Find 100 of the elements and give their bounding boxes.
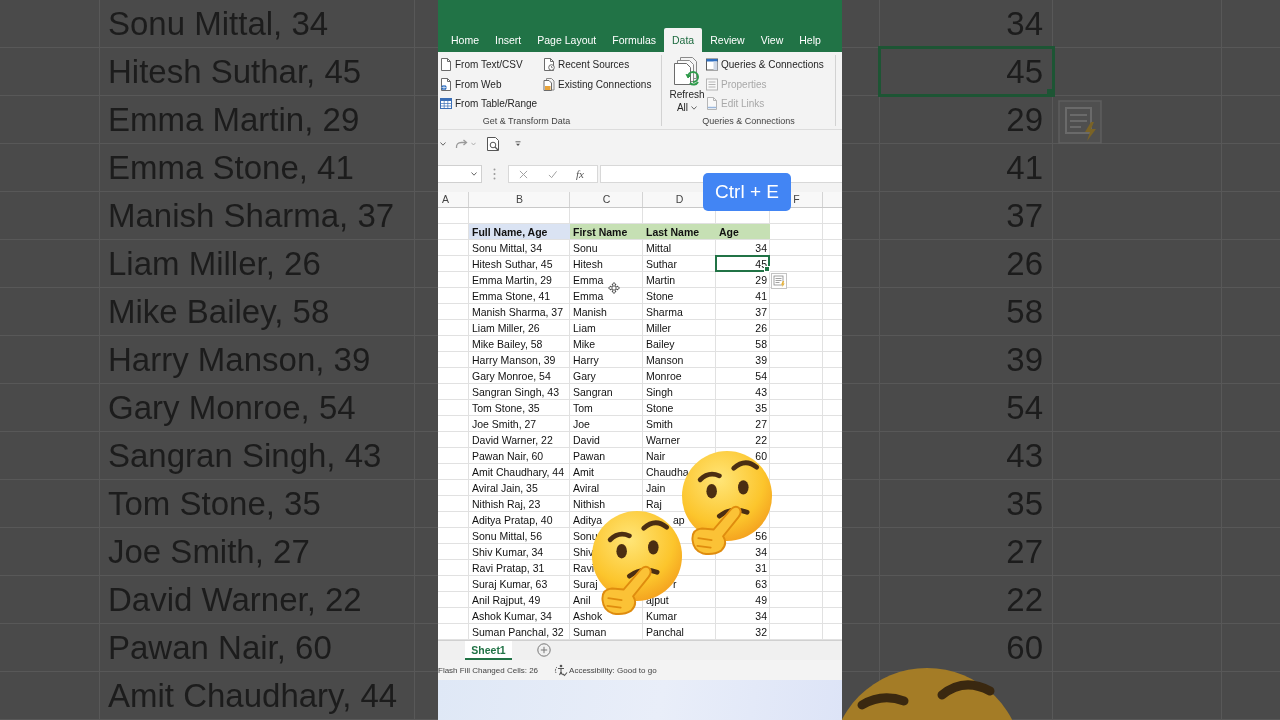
ribbon-button[interactable]: Recent Sources (543, 55, 630, 75)
first-name-text: Tom (573, 401, 593, 415)
full-name-age-text: Amit Chaudhary, 44 (472, 465, 565, 479)
age-text: 29 (755, 273, 767, 287)
full-name-age-text: Hitesh Suthar, 45 (472, 257, 553, 271)
last-name-text: Raj (646, 497, 662, 511)
full-name-age-text: Pawan Nair, 60 (472, 449, 544, 463)
full-name-age-text: Gary Monroe, 54 (472, 369, 551, 383)
column-header[interactable]: C (602, 193, 611, 206)
full-name-age-text: Suman Panchal, 32 (472, 625, 564, 639)
full-name-age-text: Anil Rajput, 49 (472, 593, 541, 607)
cancel-icon[interactable] (519, 169, 528, 179)
first-name-text: Amit (573, 465, 594, 479)
ribbon-button[interactable]: From Web (440, 74, 502, 94)
table-header-cell: Full Name, Age (469, 224, 570, 239)
redo-icon[interactable] (455, 138, 468, 149)
age-text: 26 (755, 321, 767, 335)
full-name-age-text: Emma Stone, 41 (472, 289, 551, 303)
full-name-age-text: Liam Miller, 26 (472, 321, 540, 335)
ribbon-tab[interactable]: Page Layout (529, 28, 605, 52)
insert-function-button[interactable]: fx (576, 167, 584, 181)
options-list-icon (1058, 100, 1102, 144)
last-name-text: Monroe (646, 369, 682, 383)
ribbon-tab[interactable]: Review (702, 28, 753, 52)
add-icon[interactable] (537, 643, 551, 657)
first-name-text: Harry (573, 353, 599, 367)
ribbon-tab[interactable]: Data (664, 28, 703, 52)
first-name-text: Liam (573, 321, 596, 335)
age-text: 58 (755, 337, 767, 351)
first-name-text: Suman (573, 625, 607, 639)
age-text: 60 (755, 449, 767, 463)
caret-icon (471, 172, 477, 176)
full-name-age-text: Sonu Mittal, 34 (472, 241, 543, 255)
age-text: 22 (755, 433, 767, 447)
age-text: 34 (755, 241, 767, 255)
first-name-text: Emma (573, 289, 604, 303)
age-text: 34 (755, 609, 767, 623)
ribbon-button[interactable]: From Table/Range (440, 94, 538, 114)
age-text: 37 (755, 305, 767, 319)
ribbon-button[interactable]: From Text/CSV (440, 55, 523, 75)
last-name-text: Manson (646, 353, 684, 367)
last-name-text: Nair (646, 449, 666, 463)
shortcut-toast: Ctrl + E (703, 173, 791, 211)
refresh-button[interactable]: Refresh All (668, 55, 706, 114)
customize-icon[interactable] (515, 140, 521, 147)
first-name-text: Anil (573, 593, 591, 607)
full-name-age-text: Manish Sharma, 37 (472, 305, 564, 319)
last-name-text: Chaudha (646, 465, 689, 479)
first-name-text: Hitesh (573, 257, 603, 271)
full-name-age-text: Ashok Kumar, 34 (472, 609, 552, 623)
column-header[interactable]: A (442, 193, 449, 206)
print-preview-icon[interactable] (487, 136, 500, 151)
age-text: 32 (755, 625, 767, 639)
full-name-age-text: Sangran Singh, 43 (472, 385, 559, 399)
age-text: 43 (755, 385, 767, 399)
column-header[interactable]: B (516, 193, 523, 206)
first-name-text: Manish (573, 305, 607, 319)
full-name-age-text: Shiv Kumar, 34 (472, 545, 544, 559)
list-icon (706, 77, 718, 91)
ribbon-button[interactable]: Queries & Connections (706, 55, 824, 75)
full-name-age-text: Aviral Jain, 35 (472, 481, 538, 495)
ribbon-tab[interactable]: Insert (487, 28, 530, 52)
last-name-text: Sharma (646, 305, 683, 319)
last-name-text: Jain (646, 481, 666, 495)
refresh-document-icon (674, 57, 700, 87)
age-text: 41 (755, 289, 767, 303)
status-message: Flash Fill Changed Cells: 26 (438, 665, 539, 675)
accessibility-icon[interactable] (554, 663, 569, 677)
column-header[interactable]: F (793, 193, 800, 206)
ribbon-tab[interactable]: Home (443, 28, 487, 52)
last-name-text: Mittal (646, 241, 672, 255)
last-name-text: Smith (646, 417, 673, 431)
grip-icon (493, 168, 496, 180)
first-name-text: Gary (573, 369, 596, 383)
sheet-tab[interactable]: Sheet1 (465, 641, 512, 660)
last-name-text: Suthar (646, 257, 677, 271)
ribbon-tab[interactable]: Help (791, 28, 829, 52)
ribbon-button[interactable]: Existing Connections (543, 74, 652, 94)
age-text: 27 (755, 417, 767, 431)
full-name-age-text: Emma Martin, 29 (472, 273, 552, 287)
last-name-text: r (673, 577, 677, 591)
last-name-text: Singh (646, 385, 673, 399)
link-document-icon (706, 97, 718, 111)
age-text: 54 (755, 369, 767, 383)
full-name-age-text: Sonu Mittal, 56 (472, 529, 543, 543)
caret-icon[interactable] (440, 141, 446, 146)
check-icon[interactable] (548, 169, 557, 179)
accessibility-status[interactable]: Accessibility: Good to go (569, 665, 657, 675)
column-header[interactable]: D (675, 193, 684, 206)
age-text: 39 (755, 353, 767, 367)
options-list-icon[interactable] (771, 273, 787, 289)
name-box-field[interactable] (438, 165, 482, 183)
last-name-text: Miller (646, 321, 672, 335)
ribbon-tab[interactable]: Formulas (604, 28, 664, 52)
ribbon-tab[interactable]: View (752, 28, 792, 52)
last-name-text: Stone (646, 289, 674, 303)
first-name-text: David (573, 433, 600, 447)
last-name-text: Panchal (646, 625, 684, 639)
first-name-text: Nithish (573, 497, 606, 511)
age-text: 49 (755, 593, 767, 607)
